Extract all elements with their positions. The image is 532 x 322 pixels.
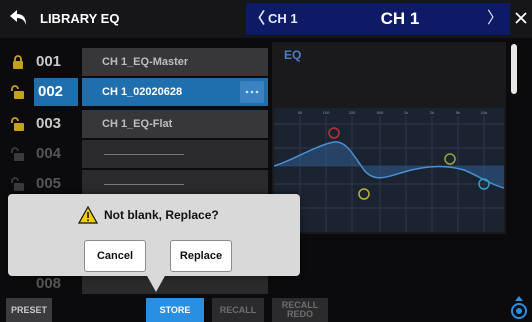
- freq-label: 50: [298, 110, 303, 115]
- back-arrow-icon[interactable]: [6, 5, 32, 31]
- library-row[interactable]: 002 CH 1_02020628: [6, 78, 268, 106]
- recall-redo-button[interactable]: RECALL REDO: [272, 298, 328, 322]
- scrollbar-thumb[interactable]: [511, 44, 517, 94]
- encoder-knob-icon[interactable]: [508, 294, 530, 322]
- freq-label: 5k: [456, 110, 460, 115]
- library-number: 001: [36, 53, 62, 70]
- ellipsis-icon: [245, 90, 259, 94]
- library-number: 004: [36, 145, 62, 162]
- library-name: CH 1_EQ-Master: [102, 56, 189, 68]
- store-button[interactable]: STORE: [146, 298, 204, 322]
- replace-button[interactable]: Replace: [170, 240, 232, 272]
- more-options-button[interactable]: [240, 81, 264, 103]
- lock-open-icon[interactable]: [6, 110, 30, 138]
- library-name-cell[interactable]: CH 1_02020628: [82, 78, 268, 106]
- cancel-button[interactable]: Cancel: [84, 240, 146, 272]
- dialog-message: Not blank, Replace?: [104, 208, 219, 222]
- chevron-left-icon: 〈: [250, 10, 266, 27]
- next-channel-button[interactable]: 〉: [480, 3, 510, 35]
- library-name: CH 1_02020628: [102, 86, 183, 98]
- library-name-cell[interactable]: [82, 140, 268, 168]
- recall-button[interactable]: RECALL: [212, 298, 264, 322]
- library-row[interactable]: 003 CH 1_EQ-Flat: [6, 110, 268, 138]
- page-title: LIBRARY EQ: [40, 11, 120, 26]
- eq-title: EQ: [284, 48, 302, 62]
- bottom-toolbar: [0, 296, 532, 322]
- dialog-message-row: Not blank, Replace?: [78, 204, 219, 226]
- prev-channel-label: CH 1: [268, 11, 298, 26]
- freq-label: 1k: [404, 110, 408, 115]
- library-number: 003: [36, 115, 62, 132]
- preset-button[interactable]: PRESET: [6, 298, 52, 322]
- library-number: 002: [34, 78, 78, 106]
- lock-open-icon: [6, 140, 30, 168]
- recall-redo-line2: REDO: [286, 309, 313, 319]
- freq-label: 2k: [430, 110, 434, 115]
- freq-label: 100: [323, 110, 330, 115]
- empty-placeholder-line: [104, 184, 184, 185]
- library-name: CH 1_EQ-Flat: [102, 118, 173, 130]
- prev-channel-button[interactable]: 〈 CH 1: [250, 3, 298, 35]
- channel-label: CH 1: [380, 9, 420, 28]
- lock-closed-icon[interactable]: [6, 48, 30, 76]
- library-name-cell[interactable]: CH 1_EQ-Master: [82, 48, 268, 76]
- close-icon[interactable]: [512, 5, 530, 31]
- freq-label: 10k: [481, 110, 487, 115]
- library-row[interactable]: 004: [6, 140, 268, 168]
- library-row[interactable]: 001 CH 1_EQ-Master: [6, 48, 268, 76]
- library-name-cell[interactable]: CH 1_EQ-Flat: [82, 110, 268, 138]
- lock-open-icon[interactable]: [6, 78, 30, 106]
- dialog-pointer: [146, 274, 166, 292]
- empty-placeholder-line: [104, 154, 184, 155]
- freq-label: 200: [349, 110, 356, 115]
- freq-label: 500: [377, 110, 384, 115]
- warning-icon: [78, 206, 98, 224]
- eq-graph[interactable]: 50 100 200 500 1k 2k 5k 10k: [274, 108, 504, 232]
